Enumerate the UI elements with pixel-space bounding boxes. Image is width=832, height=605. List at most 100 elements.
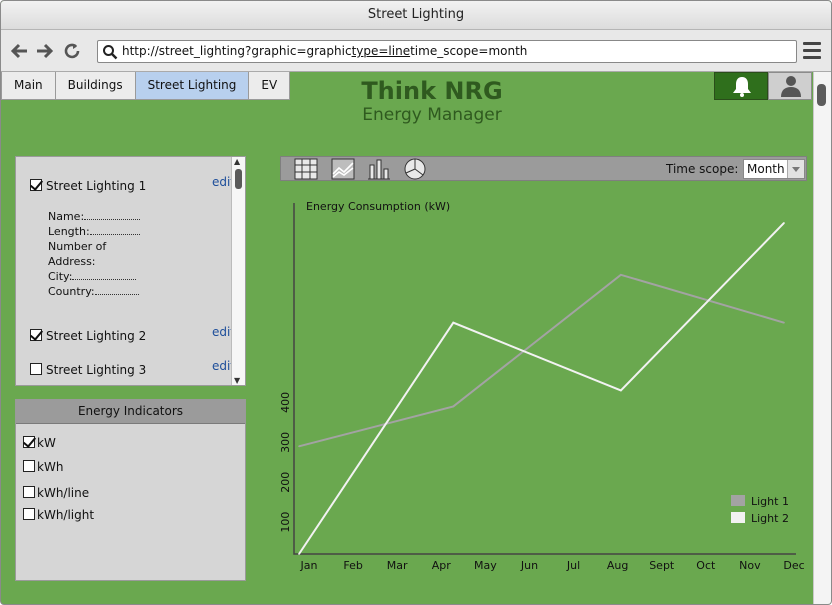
light-2-checkbox[interactable] <box>30 329 42 341</box>
table-icon[interactable] <box>294 158 318 180</box>
x-tick-aug: Aug <box>607 559 628 572</box>
x-tick-jan: Jan <box>300 559 318 572</box>
x-tick-jun: Jun <box>520 559 538 572</box>
x-tick-labels: Jan Feb Mar Apr May Jun Jul Aug Sept Oct Nov Dec <box>300 559 805 572</box>
x-tick-mar: Mar <box>387 559 408 572</box>
series-lines <box>298 222 785 555</box>
indicator-kwh-light: kWh/light <box>23 506 223 524</box>
time-scope-value: Month <box>747 162 785 176</box>
brand-subtitle: Energy Manager <box>362 105 502 125</box>
x-tick-dec: Dec <box>783 559 804 572</box>
bell-icon <box>733 77 751 97</box>
legend-label-1: Light 1 <box>751 495 789 508</box>
user-button[interactable] <box>768 72 812 100</box>
x-tick-sept: Sept <box>649 559 675 572</box>
forward-arrow-icon[interactable] <box>33 40 55 62</box>
indicator-kwh-light-checkbox[interactable] <box>23 508 35 520</box>
window-title: Street Lighting <box>1 1 831 30</box>
page-scrollbar-thumb[interactable] <box>817 84 826 106</box>
series-1-point <box>620 273 622 276</box>
legend-label-2: Light 2 <box>751 512 789 525</box>
url-text-end: time_scope=month <box>410 44 528 58</box>
bar-chart-icon[interactable] <box>367 158 391 180</box>
y-tick-labels: 100 200 300 400 <box>279 392 292 533</box>
y-tick-300: 300 <box>279 432 292 453</box>
light-item-3: Street Lighting 3 edit <box>30 359 235 379</box>
browser-window: Street Lighting http://street_lighting?g… <box>0 0 832 605</box>
hamburger-menu-icon[interactable] <box>803 42 821 60</box>
pie-chart-icon[interactable] <box>403 158 427 180</box>
series-2-point <box>298 553 300 555</box>
y-tick-100: 100 <box>279 512 292 533</box>
series-2-point <box>783 222 785 224</box>
detail-address: Address: <box>48 255 96 268</box>
page-scrollbar[interactable] <box>813 72 831 604</box>
notifications-button[interactable] <box>714 72 768 100</box>
detail-city: City: <box>48 269 140 284</box>
detail-length: Length: <box>48 224 140 239</box>
y-tick-200: 200 <box>279 472 292 493</box>
light-1-label: Street Lighting 1 <box>46 179 147 193</box>
series-line-2 <box>298 222 785 555</box>
user-icon <box>781 76 801 97</box>
legend-swatch-1 <box>731 495 745 506</box>
light-1-checkbox[interactable] <box>30 179 42 191</box>
x-tick-may: May <box>474 559 497 572</box>
light-2-label: Street Lighting 2 <box>46 329 147 343</box>
indicator-kw: kW <box>23 434 223 452</box>
indicator-kw-checkbox[interactable] <box>23 436 35 448</box>
chart-legend: Light 1 Light 2 <box>731 495 789 525</box>
indicator-kwh-light-label: kWh/light <box>37 508 95 522</box>
address-bar[interactable]: http://street_lighting?graphic=graphicty… <box>97 40 797 63</box>
energy-chart: Energy Consumption (kW) 100 200 300 400 Jan… <box>279 200 805 572</box>
light-item-2: Street Lighting 2 edit <box>30 325 235 345</box>
indicator-kwh-line-checkbox[interactable] <box>23 486 35 498</box>
indicator-kw-label: kW <box>37 436 56 450</box>
light-3-label: Street Lighting 3 <box>46 363 147 377</box>
light-3-checkbox[interactable] <box>30 363 42 375</box>
line-chart-icon[interactable] <box>331 158 355 180</box>
energy-indicators-panel: Energy Indicators kW kWh kWh/line kWh/li… <box>15 399 246 581</box>
chart-title: Energy Consumption (kW) <box>306 200 450 213</box>
chart-toolbar: Time scope: Month <box>280 156 807 181</box>
time-scope-select[interactable]: Month <box>743 159 805 179</box>
indicator-kwh: kWh <box>23 458 223 476</box>
scroll-up-icon[interactable]: ▲ <box>234 157 240 166</box>
series-2-point <box>452 321 455 324</box>
top-icons <box>714 72 812 100</box>
url-text-start: http://street_lighting?graphic=graphic <box>122 44 352 58</box>
brand-title: Think NRG <box>361 77 503 105</box>
series-1-point <box>452 405 455 408</box>
series-line-1 <box>298 273 785 448</box>
indicator-kwh-label: kWh <box>37 460 64 474</box>
series-1-point <box>783 321 785 324</box>
x-tick-oct: Oct <box>696 559 716 572</box>
legend-swatch-2 <box>731 512 745 523</box>
indicator-kwh-checkbox[interactable] <box>23 460 35 472</box>
lights-panel: Street Lighting 1 edit Name: Length: Num… <box>15 156 246 386</box>
chevron-down-icon[interactable] <box>787 160 804 178</box>
indicator-kwh-line: kWh/line <box>23 484 223 502</box>
light-1-details: Name: Length: Number of Address: City: C… <box>48 209 141 299</box>
detail-country: Country: <box>48 284 140 299</box>
search-icon <box>103 45 118 60</box>
reload-icon[interactable] <box>61 40 83 62</box>
energy-indicators-title: Energy Indicators <box>16 400 245 424</box>
y-tick-400: 400 <box>279 392 292 413</box>
brand: Think NRG Energy Manager <box>1 77 831 125</box>
detail-number-of: Number of <box>48 240 107 253</box>
lights-scrollbar[interactable]: ▲ ▼ <box>231 157 245 385</box>
x-tick-apr: Apr <box>432 559 452 572</box>
scroll-down-icon[interactable]: ▼ <box>234 376 240 385</box>
chart-axes <box>293 203 796 555</box>
url-text-underlined: type=line <box>351 44 411 58</box>
light-item-1: Street Lighting 1 edit <box>30 175 235 195</box>
x-tick-feb: Feb <box>343 559 362 572</box>
series-1-point <box>298 445 300 448</box>
browser-navbar: http://street_lighting?graphic=graphicty… <box>1 30 831 72</box>
indicator-kwh-line-label: kWh/line <box>37 486 90 500</box>
lights-scrollbar-thumb[interactable] <box>235 169 242 189</box>
x-tick-jul: Jul <box>566 559 580 572</box>
detail-name: Name: <box>48 209 141 224</box>
back-arrow-icon[interactable] <box>9 40 31 62</box>
